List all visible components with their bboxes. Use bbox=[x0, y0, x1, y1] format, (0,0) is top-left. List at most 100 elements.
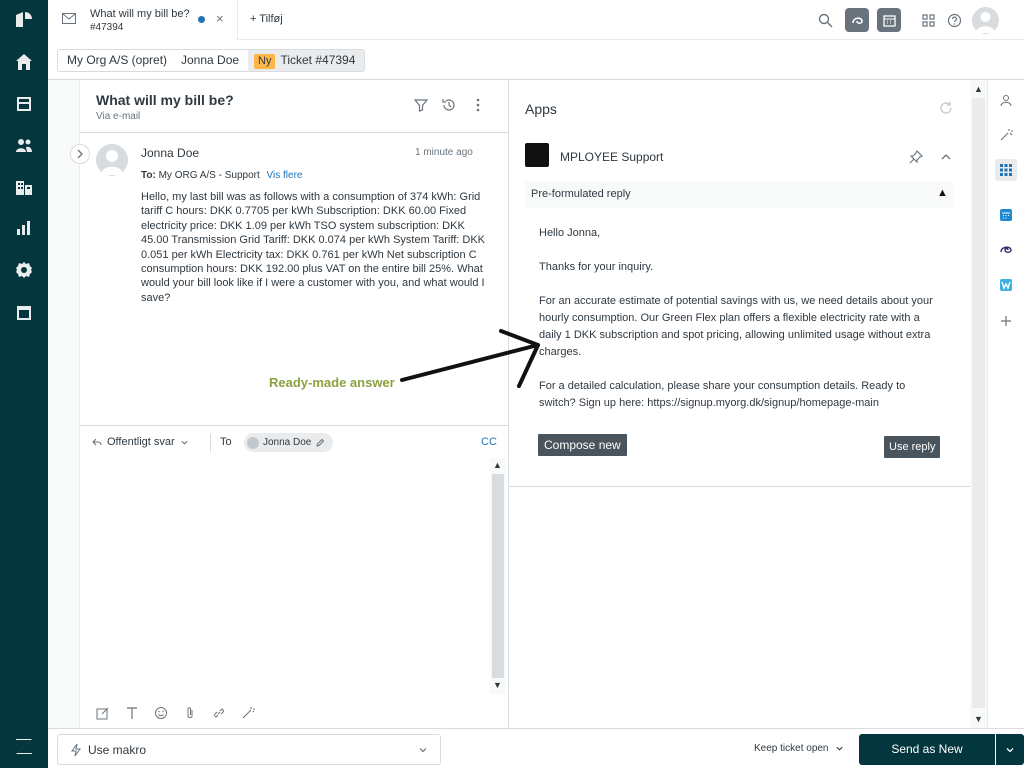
collapse-triangle-icon[interactable]: ▲ bbox=[937, 187, 948, 199]
chevron-up-icon[interactable] bbox=[940, 151, 952, 163]
send-as-new-button[interactable]: Send as New bbox=[859, 734, 995, 765]
recipient-avatar bbox=[247, 436, 259, 449]
top-bar: What will my bill be? #47394 × + Tilføj bbox=[48, 0, 1024, 40]
lightning-icon bbox=[71, 743, 81, 757]
divider bbox=[210, 434, 211, 452]
formatting-toolbar bbox=[94, 704, 256, 721]
close-tab-icon[interactable]: × bbox=[216, 11, 224, 26]
customers-icon[interactable] bbox=[12, 133, 36, 157]
show-more-link[interactable]: Vis flere bbox=[267, 170, 303, 181]
reply-arrow-icon bbox=[92, 438, 102, 446]
history-icon[interactable] bbox=[441, 97, 457, 113]
pin-icon[interactable] bbox=[909, 150, 923, 164]
cc-button[interactable]: CC bbox=[481, 436, 497, 448]
recipient-chip[interactable]: Jonna Doe bbox=[244, 433, 334, 452]
reporting-icon[interactable] bbox=[12, 216, 36, 240]
send-options-button[interactable] bbox=[996, 734, 1024, 765]
calendar-app-icon[interactable] bbox=[995, 204, 1017, 226]
message-timestamp: 1 minute ago bbox=[415, 147, 473, 158]
keep-ticket-open-dropdown[interactable]: Keep ticket open bbox=[754, 743, 844, 754]
calendar-app-icon[interactable] bbox=[877, 8, 901, 32]
apps-title: Apps bbox=[525, 101, 557, 117]
to-value: My ORG A/S - Support bbox=[158, 170, 260, 181]
app-swirl-icon[interactable] bbox=[845, 8, 869, 32]
zendesk-logo-icon[interactable] bbox=[12, 8, 36, 32]
compose-icon[interactable] bbox=[94, 704, 111, 721]
message-avatar bbox=[96, 144, 128, 176]
calendar-icon[interactable] bbox=[12, 300, 36, 324]
left-navigation bbox=[0, 0, 48, 768]
macro-label: Use makro bbox=[88, 743, 147, 757]
chevron-down-icon bbox=[1006, 747, 1014, 752]
scroll-thumb[interactable] bbox=[972, 98, 985, 708]
chevron-down-icon bbox=[419, 748, 427, 753]
to-label: To: bbox=[141, 170, 156, 181]
organizations-icon[interactable] bbox=[12, 175, 36, 199]
compose-new-button[interactable]: Compose new bbox=[538, 434, 627, 456]
swirl-app-icon[interactable] bbox=[995, 239, 1017, 261]
tab-title: What will my bill be? bbox=[90, 8, 190, 20]
user-profile-icon[interactable] bbox=[995, 89, 1017, 111]
annotation-label: Ready-made answer bbox=[269, 375, 395, 390]
views-icon[interactable] bbox=[12, 92, 36, 116]
apps-panel: Apps MPLOYEE Support Pre-formulated repl… bbox=[509, 80, 970, 728]
knowledge-wand-icon[interactable] bbox=[995, 124, 1017, 146]
reply-text: Hello Jonna, Thanks for your inquiry. Fo… bbox=[539, 227, 933, 409]
chevron-down-icon bbox=[181, 440, 188, 445]
scroll-up-icon[interactable]: ▲ bbox=[974, 84, 983, 94]
app-card: MPLOYEE Support Pre-formulated reply ▲ H… bbox=[509, 133, 970, 487]
attachment-icon[interactable] bbox=[181, 704, 198, 721]
apps-scrollbar[interactable]: ▲ ▼ bbox=[970, 80, 987, 728]
ticket-channel: Via e-mail bbox=[96, 111, 141, 122]
search-icon[interactable] bbox=[813, 8, 837, 32]
to-field-label: To bbox=[220, 436, 232, 448]
expand-panel-button[interactable] bbox=[70, 144, 90, 164]
add-app-icon[interactable] bbox=[995, 310, 1017, 332]
w-app-icon[interactable] bbox=[995, 274, 1017, 296]
text-format-icon[interactable] bbox=[123, 704, 140, 721]
apps-grid-icon[interactable] bbox=[995, 159, 1017, 181]
scroll-down-icon[interactable]: ▼ bbox=[493, 680, 502, 690]
breadcrumb-org[interactable]: My Org A/S (opret) bbox=[57, 49, 178, 72]
message-author[interactable]: Jonna Doe bbox=[141, 146, 199, 160]
pencil-icon[interactable] bbox=[315, 438, 325, 448]
use-reply-button[interactable]: Use reply bbox=[884, 436, 941, 458]
breadcrumb-user[interactable]: Jonna Doe bbox=[172, 49, 250, 72]
products-grid-icon[interactable] bbox=[916, 8, 940, 32]
pre-formulated-reply-header[interactable]: Pre-formulated reply ▲ bbox=[525, 181, 953, 208]
message-recipient: To: My ORG A/S - Support Vis flere bbox=[141, 170, 302, 181]
breadcrumb: My Org A/S (opret) Jonna Doe Ny Ticket #4… bbox=[48, 40, 1024, 80]
bottom-bar: Use makro Keep ticket open Send as New bbox=[48, 728, 1024, 768]
add-tab-button[interactable]: + Tilføj bbox=[250, 13, 283, 25]
status-badge: Ny bbox=[254, 54, 276, 69]
ticket-subject: What will my bill be? bbox=[96, 92, 234, 108]
composer-scrollbar[interactable]: ▲ ▼ bbox=[490, 458, 506, 694]
macro-selector[interactable]: Use makro bbox=[57, 734, 441, 765]
breadcrumb-ticket[interactable]: Ny Ticket #47394 bbox=[248, 49, 366, 72]
more-options-icon[interactable] bbox=[470, 97, 486, 113]
breadcrumb-ticket-label: Ticket #47394 bbox=[280, 53, 356, 67]
scroll-down-icon[interactable]: ▼ bbox=[974, 714, 983, 724]
mail-icon bbox=[62, 13, 76, 24]
ticket-tab[interactable]: What will my bill be? #47394 × bbox=[48, 0, 238, 40]
scroll-thumb[interactable] bbox=[492, 474, 504, 678]
app-logo bbox=[525, 143, 549, 167]
scroll-up-icon[interactable]: ▲ bbox=[493, 460, 502, 470]
admin-settings-icon[interactable] bbox=[12, 258, 36, 282]
link-icon[interactable] bbox=[210, 704, 227, 721]
context-panel-strip bbox=[48, 80, 80, 728]
magic-wand-icon[interactable] bbox=[239, 704, 256, 721]
filter-icon[interactable] bbox=[413, 97, 429, 113]
emoji-icon[interactable] bbox=[152, 704, 169, 721]
home-icon[interactable] bbox=[12, 50, 36, 74]
user-avatar[interactable] bbox=[972, 7, 999, 34]
zendesk-brand-icon[interactable] bbox=[12, 734, 36, 758]
chevron-down-icon bbox=[835, 746, 843, 751]
help-icon[interactable] bbox=[942, 8, 966, 32]
right-rail bbox=[987, 80, 1024, 728]
reply-type-label: Offentligt svar bbox=[107, 436, 175, 448]
app-name: MPLOYEE Support bbox=[560, 150, 664, 164]
refresh-icon[interactable] bbox=[939, 101, 953, 115]
reply-type-dropdown[interactable]: Offentligt svar bbox=[92, 436, 189, 448]
section-label: Pre-formulated reply bbox=[531, 188, 631, 200]
